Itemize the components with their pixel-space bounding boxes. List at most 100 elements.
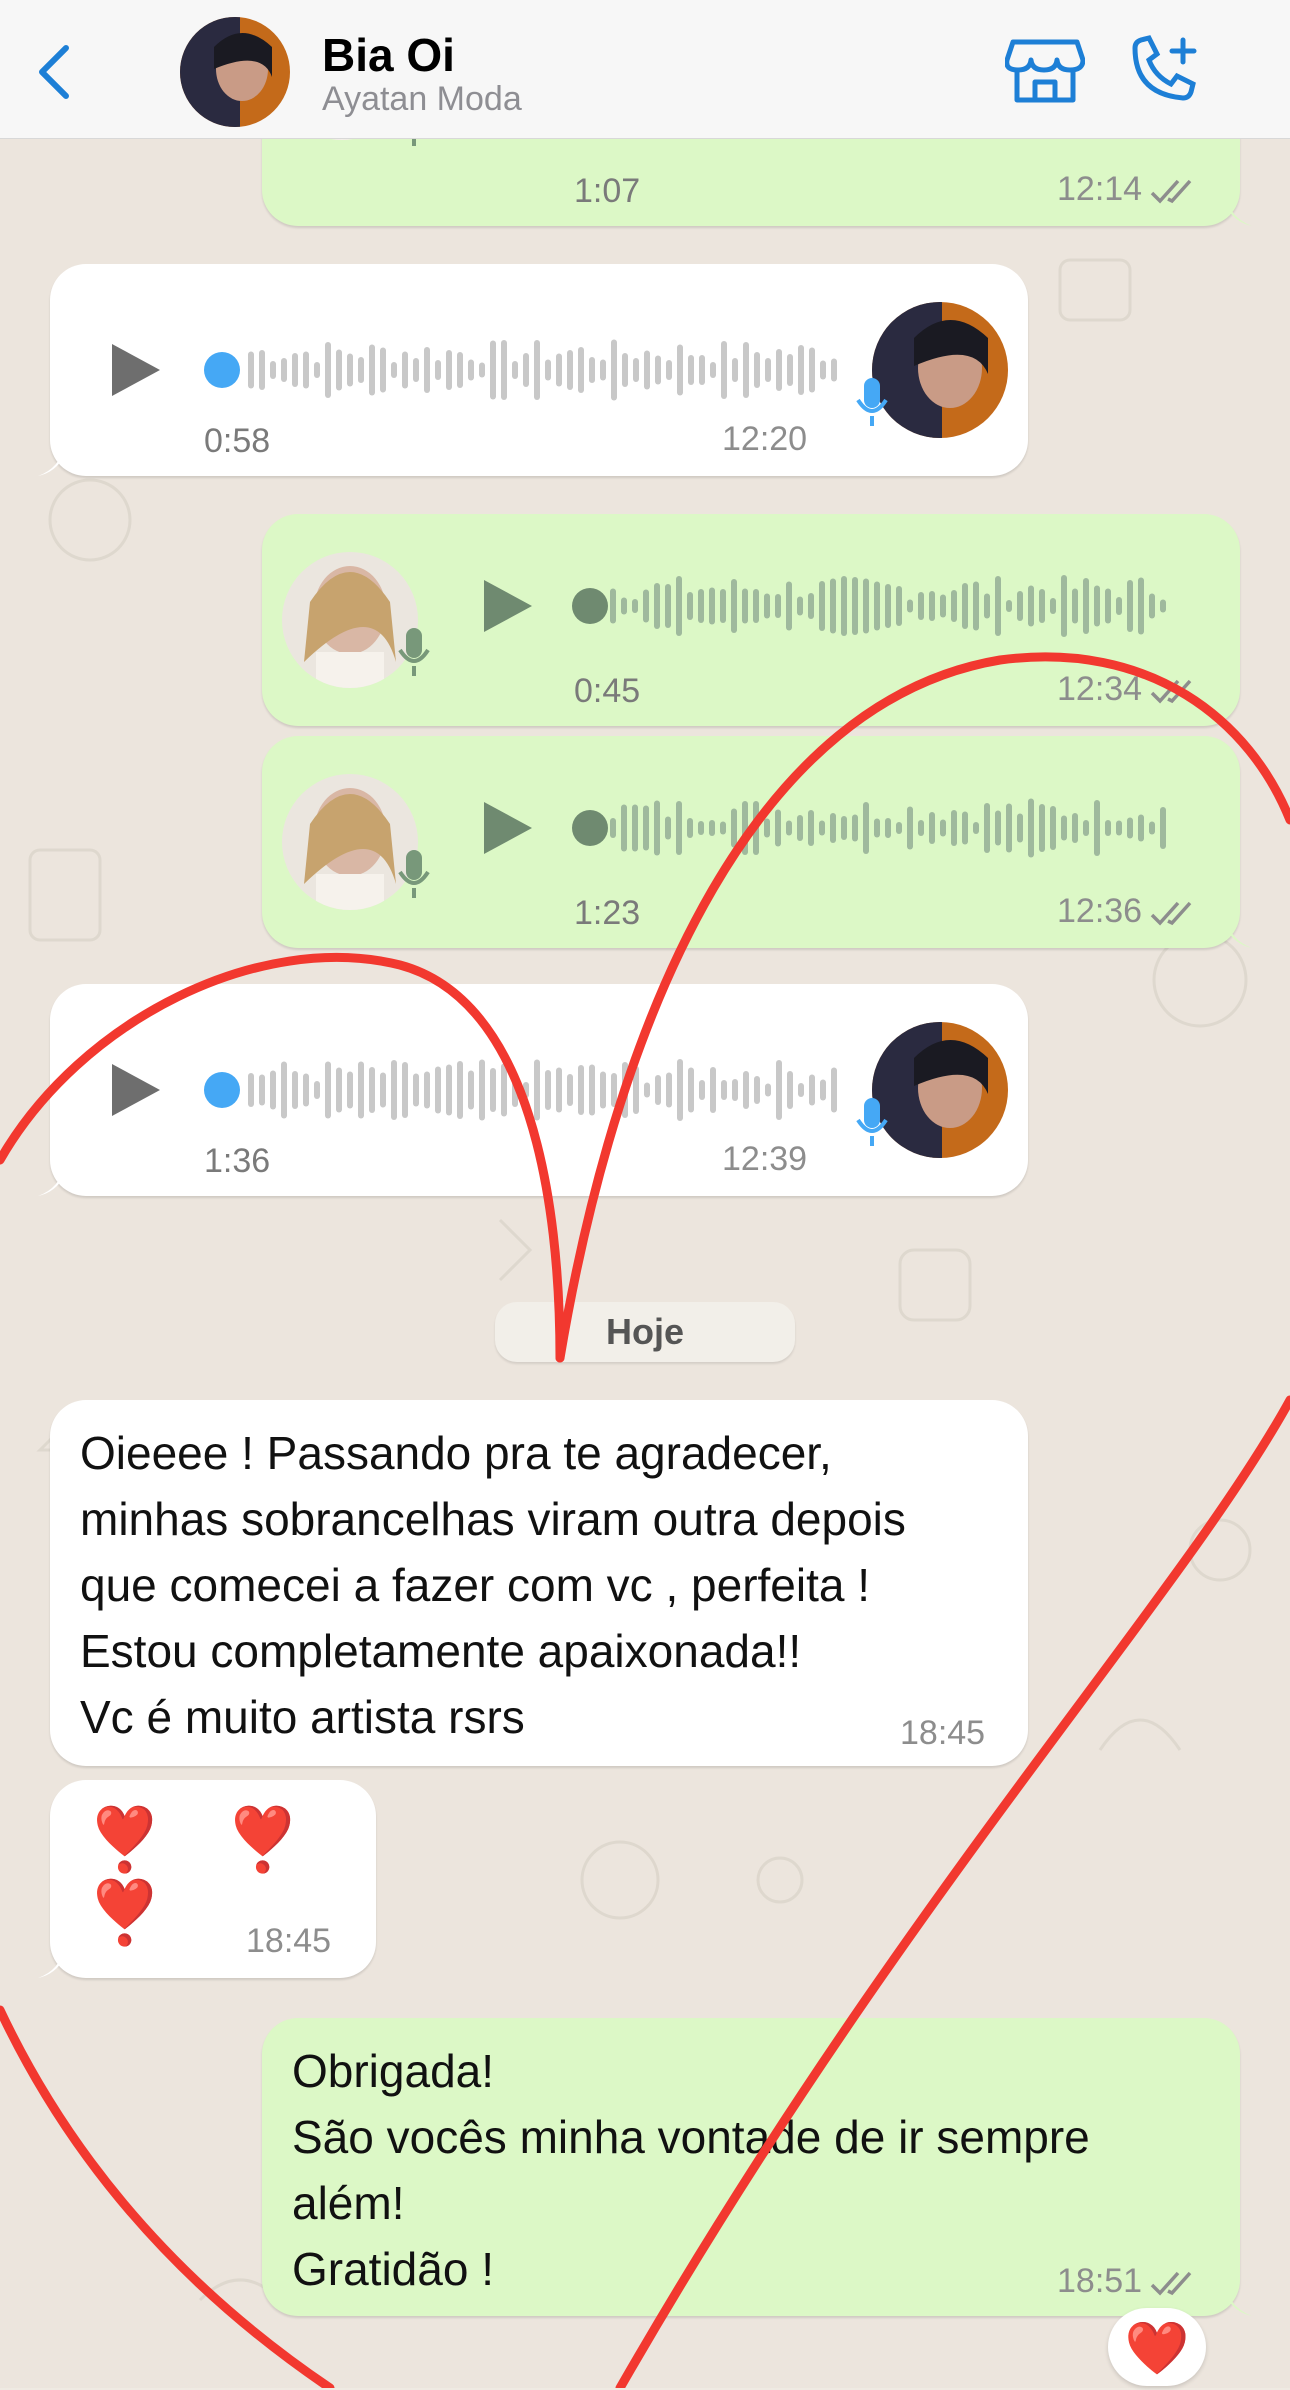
voice-waveform[interactable]: [200, 1050, 860, 1130]
emoji-hearts: ❣️ ❣️ ❣️: [86, 1806, 324, 1948]
playback-dot[interactable]: [204, 352, 240, 388]
waveform-bar: [940, 819, 946, 837]
waveform-bar: [380, 1072, 386, 1108]
waveform-bar: [852, 814, 858, 842]
waveform-bar: [753, 801, 759, 855]
play-button-icon[interactable]: [480, 798, 536, 858]
playback-dot[interactable]: [572, 588, 608, 624]
reaction-heart[interactable]: ❤️: [1108, 2308, 1206, 2386]
waveform-bar: [776, 1060, 782, 1120]
waveform-bar: [665, 584, 671, 628]
waveform-bar: [765, 358, 771, 382]
waveform-bar: [764, 593, 770, 619]
waveform-bar: [819, 581, 825, 631]
waveform-bar: [446, 350, 452, 390]
waveform-bar: [1017, 591, 1023, 621]
waveform-bar: [1061, 815, 1067, 841]
waveform-bar: [820, 1079, 826, 1101]
waveform-bar: [874, 581, 880, 631]
voice-waveform[interactable]: [562, 788, 1182, 868]
waveform-bar: [732, 358, 738, 382]
waveform-bar: [413, 358, 419, 382]
waveform-bar: [446, 1064, 452, 1116]
play-button-icon[interactable]: [480, 576, 536, 636]
chat-header: Bia Oi Ayatan Moda: [0, 0, 1290, 139]
message-time: 18:45: [900, 1714, 986, 1752]
play-button-icon[interactable]: [108, 1060, 164, 1120]
waveform-bar: [732, 1079, 738, 1101]
read-ticks-icon: [1150, 679, 1192, 704]
catalog-button[interactable]: [1004, 34, 1086, 106]
voice-message-outgoing[interactable]: 0:45 12:34: [262, 514, 1240, 726]
contact-avatar[interactable]: [180, 17, 290, 127]
waveform-bar: [677, 1059, 683, 1121]
waveform-bar: [1127, 580, 1133, 632]
waveform-bar: [512, 1073, 518, 1107]
waveform-bar: [391, 1060, 397, 1120]
back-button[interactable]: [30, 36, 80, 106]
waveform-bar: [808, 593, 814, 619]
voice-duration: 1:23: [574, 894, 641, 932]
waveform-bar: [303, 1073, 309, 1107]
playback-dot[interactable]: [204, 1072, 240, 1108]
waveform-bar: [885, 584, 891, 628]
waveform-bar: [754, 1076, 760, 1104]
waveform-bar: [490, 340, 496, 400]
waveform-bar: [929, 812, 935, 844]
waveform-bar: [468, 359, 474, 381]
waveform-bar: [1061, 575, 1067, 637]
waveform-bar: [1127, 817, 1133, 839]
waveform-bar: [808, 810, 814, 846]
voice-waveform[interactable]: [200, 330, 860, 410]
waveform-bar: [534, 1059, 540, 1121]
text-message-incoming[interactable]: ❣️ ❣️ ❣️ 18:45: [38, 1780, 376, 1978]
waveform-bar: [984, 803, 990, 853]
playback-dot[interactable]: [572, 810, 608, 846]
voice-message-incoming[interactable]: 1:36 12:39: [38, 984, 1028, 1196]
waveform-bar: [314, 1081, 320, 1099]
message-time: 18:51: [1057, 2262, 1196, 2301]
waveform-bar: [578, 347, 584, 393]
waveform-bar: [1017, 813, 1023, 843]
waveform-bar: [885, 818, 891, 838]
waveform-bar: [600, 1071, 606, 1109]
waveform-bar: [435, 1066, 441, 1114]
waveform-bar: [809, 1074, 815, 1106]
waveform-bar: [687, 592, 693, 620]
waveform-bar: [1116, 597, 1122, 615]
waveform-bar: [831, 358, 837, 382]
text-message-outgoing[interactable]: Obrigada! São vocês minha vontade de ir …: [262, 2018, 1252, 2316]
waveform-bar: [622, 353, 628, 387]
waveform-bar: [402, 1062, 408, 1118]
read-ticks-icon: [1150, 179, 1192, 204]
voice-waveform[interactable]: [562, 566, 1182, 646]
waveform-bar: [314, 362, 320, 378]
waveform-bar: [1116, 820, 1122, 836]
waveform-bar: [248, 351, 254, 389]
waveform-bar: [248, 1073, 254, 1107]
waveform-bar: [720, 821, 726, 835]
waveform-bar: [863, 802, 869, 854]
back-chevron-icon: [39, 45, 69, 99]
waveform-bar: [589, 1064, 595, 1116]
microphone-icon: [398, 628, 430, 676]
waveform-bar: [775, 809, 781, 847]
waveform-bar: [611, 339, 617, 401]
waveform-bar: [709, 820, 715, 836]
waveform-bar: [643, 589, 649, 623]
waveform-bar: [929, 591, 935, 621]
add-call-button[interactable]: [1125, 34, 1205, 106]
waveform-bar: [973, 581, 979, 631]
waveform-bar: [721, 1080, 727, 1100]
waveform-bar: [830, 813, 836, 843]
waveform-bar: [292, 353, 298, 387]
contact-avatar: [872, 302, 1008, 438]
contact-name[interactable]: Bia Oi: [322, 28, 455, 82]
waveform-bar: [358, 357, 364, 383]
voice-message-incoming[interactable]: 0:58 12:20: [38, 264, 1028, 476]
play-button-icon[interactable]: [108, 340, 164, 400]
voice-message-outgoing[interactable]: 1:23 12:36: [262, 736, 1252, 948]
waveform-bar: [534, 340, 540, 400]
text-message-incoming[interactable]: Oieeee ! Passando pra te agradecer, minh…: [50, 1400, 1028, 1766]
waveform-bar: [655, 1075, 661, 1105]
